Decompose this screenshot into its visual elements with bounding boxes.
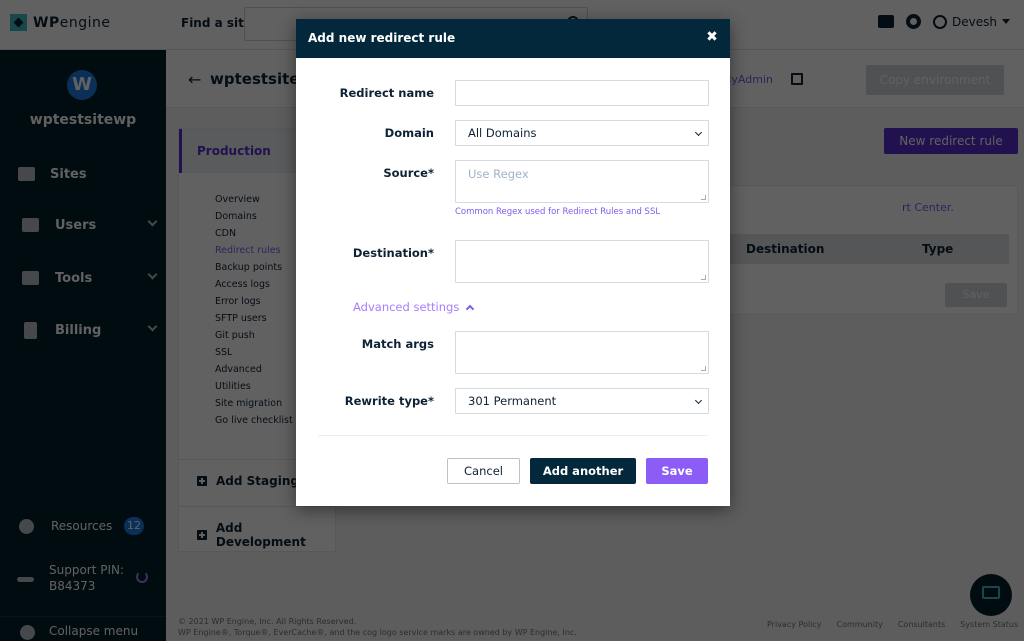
add-redirect-rule-modal: Add new redirect rule ✖ Redirect name Do… <box>296 19 730 506</box>
source-placeholder: Use Regex <box>468 167 529 181</box>
destination-textarea[interactable] <box>455 240 709 283</box>
source-textarea[interactable]: Use Regex <box>455 160 709 203</box>
close-icon[interactable]: ✖ <box>704 29 720 45</box>
cancel-button[interactable]: Cancel <box>447 458 520 484</box>
domain-label: Domain <box>384 126 434 140</box>
modal-header: Add new redirect rule ✖ <box>296 19 730 58</box>
domain-select[interactable]: All Domains <box>455 120 709 146</box>
chevron-up-icon <box>466 304 475 314</box>
common-regex-link[interactable]: Common Regex used for Redirect Rules and… <box>455 207 660 217</box>
source-label: Source* <box>383 166 434 180</box>
destination-label: Destination* <box>352 246 434 260</box>
resize-handle[interactable] <box>701 275 706 280</box>
rewrite-type-label: Rewrite type* <box>344 394 434 408</box>
resize-handle[interactable] <box>701 366 706 371</box>
domain-select-value: All Domains <box>468 126 537 140</box>
redirect-name-label: Redirect name <box>339 86 434 100</box>
advanced-settings-toggle[interactable]: Advanced settings <box>353 300 475 314</box>
advanced-settings-label: Advanced settings <box>353 300 460 314</box>
redirect-name-input[interactable] <box>455 80 709 106</box>
modal-divider <box>318 435 708 436</box>
rewrite-type-value: 301 Permanent <box>468 394 557 408</box>
match-args-label: Match args <box>361 337 434 351</box>
match-args-textarea[interactable] <box>455 331 709 374</box>
resize-handle[interactable] <box>701 195 706 200</box>
save-button[interactable]: Save <box>646 458 708 484</box>
rewrite-type-select[interactable]: 301 Permanent <box>455 388 709 414</box>
add-another-button[interactable]: Add another <box>530 458 636 484</box>
modal-title: Add new redirect rule <box>308 31 456 45</box>
